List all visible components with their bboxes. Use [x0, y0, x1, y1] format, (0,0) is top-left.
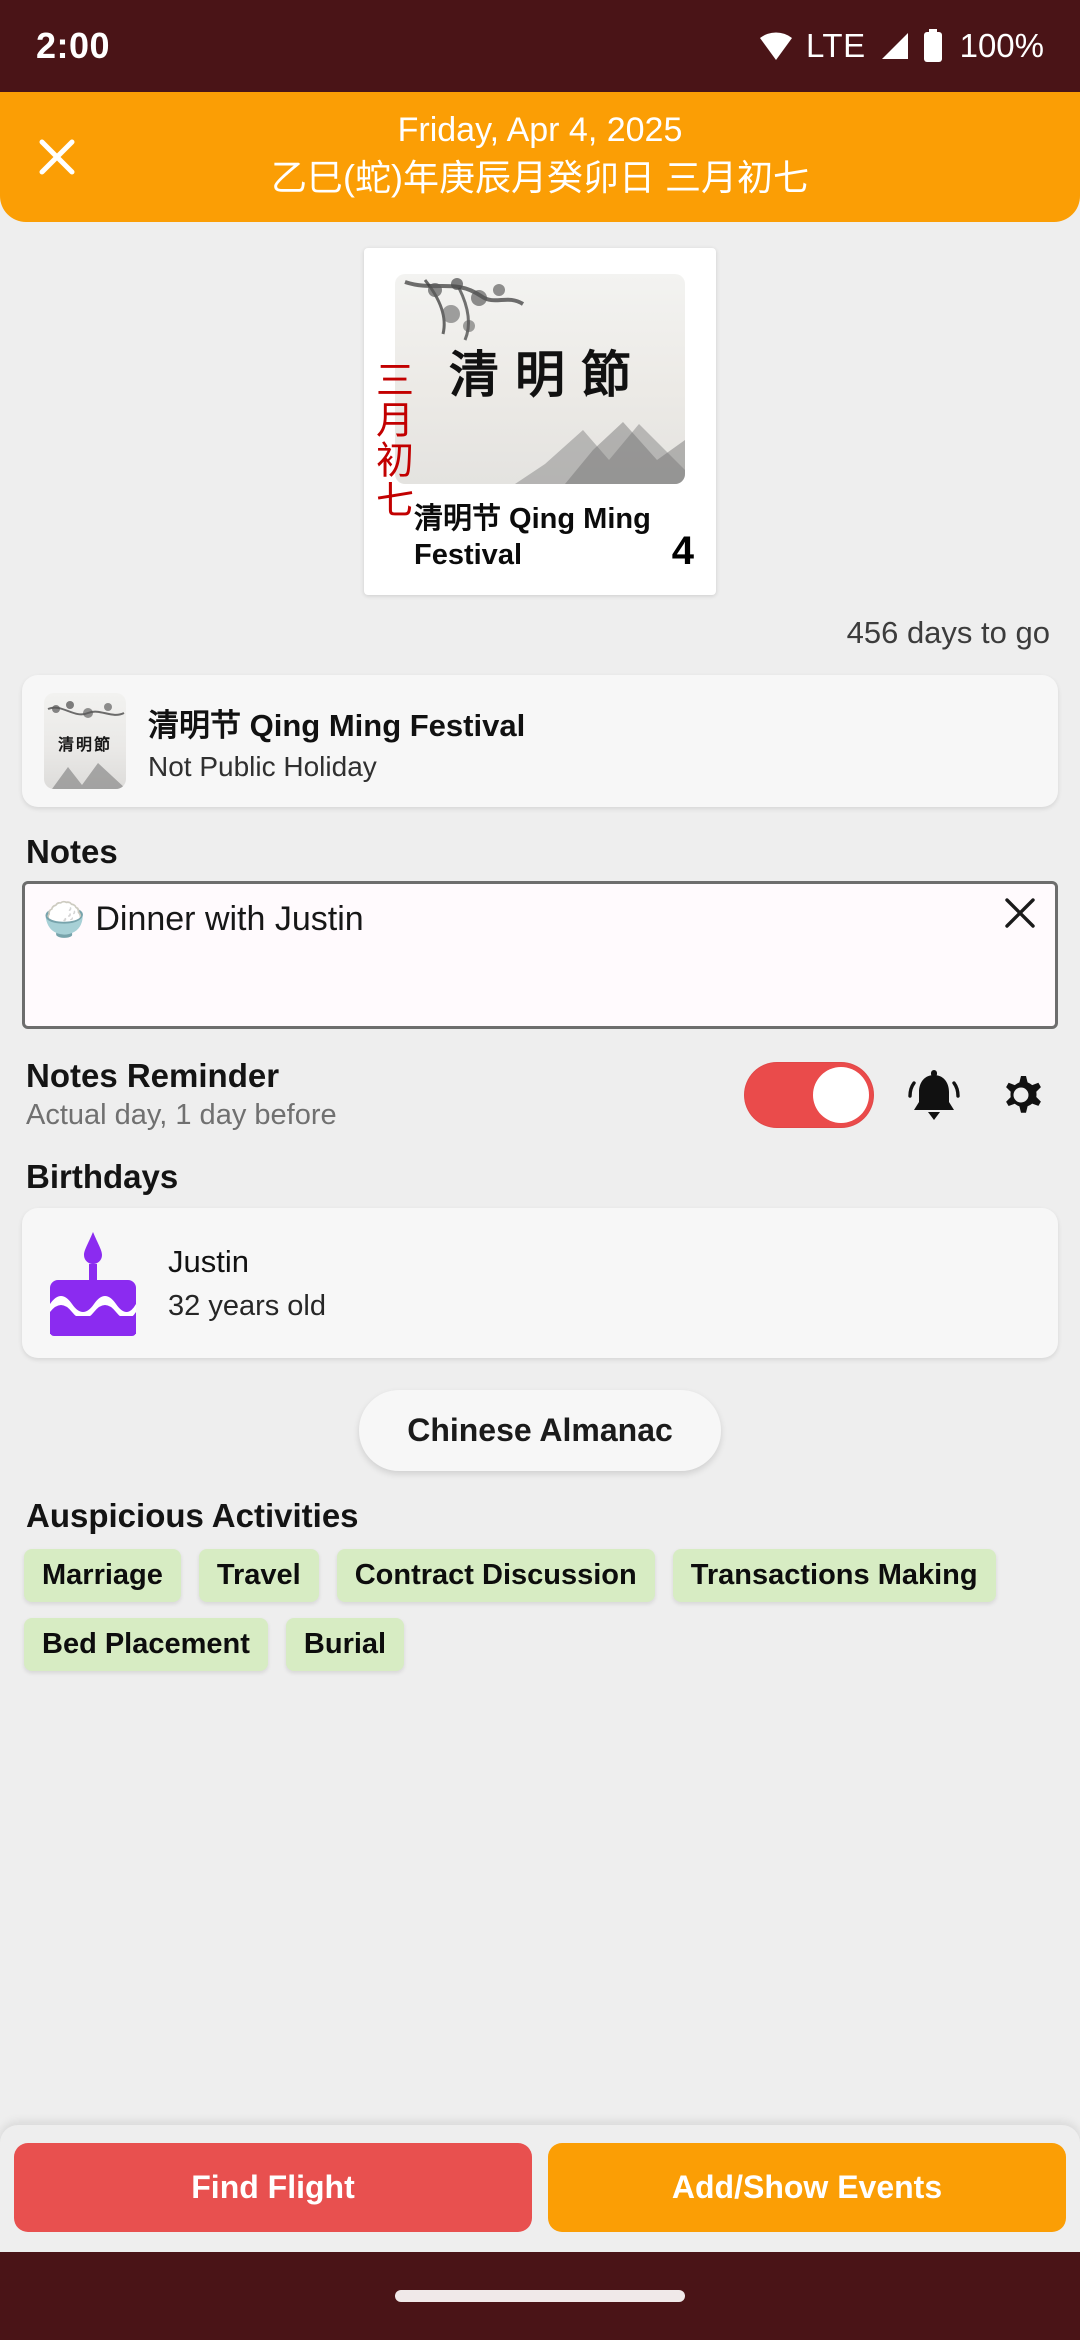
network-type-label: LTE — [806, 27, 866, 64]
birthday-age: 32 years old — [168, 1289, 326, 1322]
auspicious-chip[interactable]: Transactions Making — [672, 1549, 996, 1603]
notes-reminder-text: Notes Reminder Actual day, 1 day before — [22, 1057, 337, 1132]
header-gregorian-date: Friday, Apr 4, 2025 — [397, 111, 683, 149]
notes-reminder-toggle[interactable] — [744, 1061, 874, 1128]
birthday-text-block: Justin 32 years old — [168, 1244, 326, 1323]
notes-heading: Notes — [26, 833, 118, 871]
notes-reminder-controls — [744, 1061, 1048, 1128]
holiday-status: Not Public Holiday — [148, 750, 377, 782]
status-bar-clock: 2:00 — [36, 25, 111, 66]
notes-content-line: 🍚 Dinner with Justin — [43, 900, 1037, 939]
date-header: Friday, Apr 4, 2025 乙巳(蛇)年庚辰月癸卯日 三月初七 — [0, 92, 1080, 223]
system-navigation-bar — [0, 2252, 1080, 2340]
auspicious-chip[interactable]: Contract Discussion — [336, 1549, 655, 1603]
cell-signal-icon — [878, 31, 910, 61]
auspicious-chip[interactable]: Burial — [285, 1618, 405, 1672]
page-content: 清明節 三月初七 清明节 Qing Ming Festival 4 456 da… — [0, 222, 1080, 1672]
notes-reminder-subtitle: Actual day, 1 day before — [26, 1099, 337, 1132]
notes-clear-icon[interactable] — [1003, 896, 1037, 936]
birthday-person-name: Justin — [168, 1243, 249, 1279]
notes-reminder-title: Notes Reminder — [26, 1057, 280, 1095]
festival-card-title: 清明节 Qing Ming Festival — [414, 503, 651, 571]
festival-lunar-date: 三月初七 — [369, 360, 414, 521]
festival-card-footer: 清明节 Qing Ming Festival 4 — [364, 484, 716, 595]
festival-image: 清明節 — [395, 274, 685, 485]
holiday-thumbnail: 清明節 — [44, 693, 126, 790]
auspicious-chip[interactable]: Bed Placement — [24, 1618, 268, 1672]
holiday-thumbnail-characters: 清明節 — [57, 735, 113, 755]
birthday-cake-icon — [44, 1228, 142, 1338]
auspicious-chip-list: Marriage Travel Contract Discussion Tran… — [22, 1549, 1058, 1672]
festival-card[interactable]: 清明節 三月初七 清明节 Qing Ming Festival 4 — [364, 248, 716, 596]
festival-card-wrapper: 清明節 三月初七 清明节 Qing Ming Festival 4 — [22, 222, 1058, 596]
notes-input[interactable]: 🍚 Dinner with Justin — [22, 881, 1058, 1030]
bell-icon[interactable] — [908, 1067, 960, 1123]
chinese-almanac-button[interactable]: Chinese Almanac — [359, 1390, 721, 1472]
birthday-row[interactable]: Justin 32 years old — [22, 1208, 1058, 1359]
rice-bowl-icon: 🍚 — [43, 900, 86, 939]
auspicious-chip[interactable]: Marriage — [24, 1549, 181, 1603]
notes-value: Dinner with Justin — [95, 900, 364, 939]
battery-percent-label: 100% — [959, 27, 1044, 64]
toggle-knob — [813, 1066, 869, 1123]
holiday-text-block: 清明节 Qing Ming Festival Not Public Holida… — [148, 700, 525, 783]
notes-reminder-row: Notes Reminder Actual day, 1 day before — [22, 1057, 1058, 1132]
almanac-button-wrapper: Chinese Almanac — [22, 1390, 1058, 1472]
birthdays-heading: Birthdays — [26, 1158, 179, 1196]
holiday-name: 清明节 Qing Ming Festival — [148, 707, 526, 743]
status-bar-indicators: LTE 100% — [758, 27, 1044, 65]
festival-image-characters: 清明節 — [449, 344, 647, 404]
wifi-icon — [758, 31, 794, 61]
days-to-go-label: 456 days to go — [846, 615, 1050, 651]
bottom-action-bar: Find Flight Add/Show Events — [0, 2125, 1080, 2252]
add-show-events-button[interactable]: Add/Show Events — [548, 2143, 1066, 2232]
find-flight-button[interactable]: Find Flight — [14, 2143, 532, 2232]
holiday-card[interactable]: 清明節 清明节 Qing Ming Festival Not Public Ho… — [22, 675, 1058, 808]
auspicious-chip[interactable]: Travel — [198, 1549, 319, 1603]
status-bar: 2:00 LTE 100% — [0, 0, 1080, 92]
festival-day-number: 4 — [671, 529, 694, 574]
battery-full-icon — [922, 29, 944, 63]
header-text-block: Friday, Apr 4, 2025 乙巳(蛇)年庚辰月癸卯日 三月初七 — [0, 110, 1080, 202]
close-icon[interactable] — [28, 128, 86, 186]
home-indicator[interactable] — [395, 2290, 685, 2302]
gear-icon[interactable] — [994, 1068, 1048, 1122]
auspicious-heading: Auspicious Activities — [26, 1497, 359, 1535]
header-lunar-date: 乙巳(蛇)年庚辰月癸卯日 三月初七 — [271, 156, 809, 198]
